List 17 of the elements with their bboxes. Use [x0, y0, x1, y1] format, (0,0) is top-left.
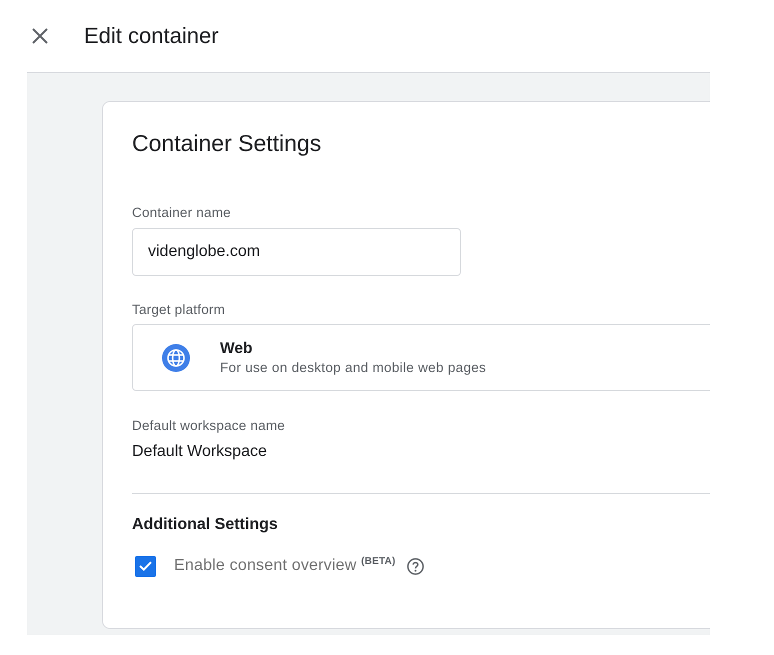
globe-icon: [162, 344, 190, 372]
card-title: Container Settings: [132, 129, 322, 157]
check-icon: [139, 561, 152, 571]
section-title: Additional Settings: [132, 515, 279, 535]
workspace-name: Default Workspace: [132, 442, 268, 462]
field-label: Default workspace name: [132, 418, 286, 434]
close-icon: [32, 28, 48, 44]
input-field[interactable]: videnglobe.com: [132, 228, 461, 276]
platform-option[interactable]: Web For use on desktop and mobile web pages: [132, 324, 710, 391]
checkbox[interactable]: [135, 556, 156, 576]
field-label: Container name: [132, 205, 232, 221]
platform-description: For use on desktop and mobile web pages: [220, 358, 486, 376]
help-icon[interactable]: [407, 558, 424, 574]
field-label: Target platform: [132, 302, 226, 318]
page-title: Edit container: [84, 22, 219, 50]
platform-name: Web: [220, 338, 254, 358]
checkbox-label: Enable consent overview $^{(BETA)}$: [174, 556, 396, 576]
